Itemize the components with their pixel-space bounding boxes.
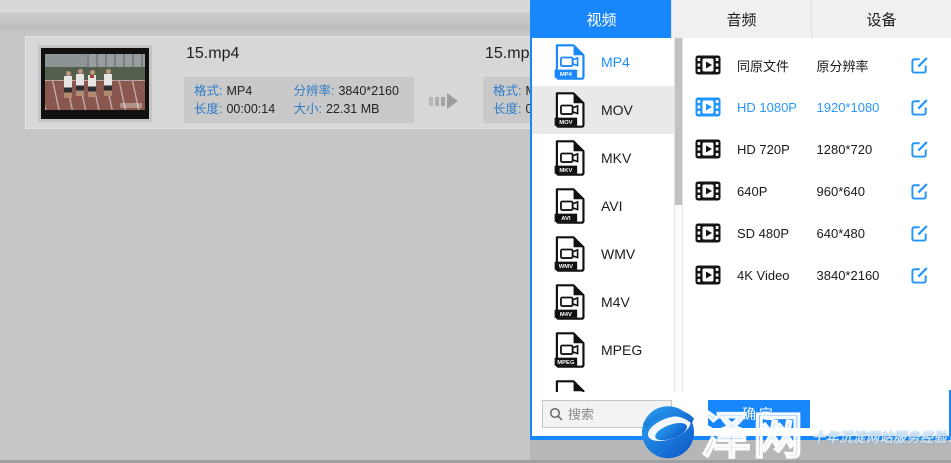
quality-name: 同原文件 <box>737 56 817 75</box>
format-label: MKV <box>601 150 631 166</box>
video-file-icon: WMV <box>554 236 585 272</box>
thumbnail-person <box>103 69 113 96</box>
source-file-info: 格式:MP4 分辨率:3840*2160 长度:00:00:14 大小: 22.3… <box>184 77 414 123</box>
format-picker-popup: 视频 音频 设备 MP4 MP4 <box>530 0 951 440</box>
format-label: MPEG <box>601 342 642 358</box>
quality-list-item[interactable]: HD 720P 1280*720 <box>683 128 951 170</box>
duration-label: 长度: <box>194 100 222 118</box>
format-label: MOV <box>601 102 633 118</box>
tab-label: 视频 <box>586 9 616 30</box>
video-file-icon: MPEG <box>554 332 585 368</box>
svg-text:M4V: M4V <box>560 312 572 318</box>
svg-text:MKV: MKV <box>559 168 572 174</box>
format-list-item[interactable]: WMV WMV <box>532 230 674 278</box>
quality-list-item[interactable]: 640P 960*640 <box>683 170 951 212</box>
thumbnail-person <box>75 69 85 96</box>
svg-text:AVI: AVI <box>561 216 571 222</box>
format-label: 格式: <box>493 82 521 100</box>
thumbnail-scene <box>45 54 145 110</box>
resolution-value: 3840*2160 <box>338 82 398 100</box>
filmstrip-play-icon <box>695 97 721 117</box>
app-window: 15.mp4 格式:MP4 分辨率:3840*2160 长度:00:00:14 … <box>0 0 951 463</box>
quality-resolution: 3840*2160 <box>817 268 910 283</box>
duration-value: 00:00:14 <box>226 100 275 118</box>
video-file-icon: MOV <box>554 92 585 128</box>
thumbnail-person <box>63 71 73 98</box>
resolution-label: 分辨率: <box>293 82 334 100</box>
format-label: MP4 <box>601 54 630 70</box>
filmstrip-play-icon <box>695 55 721 75</box>
quality-name: 4K Video <box>737 268 817 283</box>
red-scarf <box>90 75 94 78</box>
video-file-icon: MKV <box>554 140 585 176</box>
svg-text:MPEG: MPEG <box>557 360 575 366</box>
edit-icon[interactable] <box>910 55 929 75</box>
search-box[interactable] <box>542 400 672 428</box>
quality-name: 640P <box>737 184 817 199</box>
source-file-title: 15.mp4 <box>186 45 239 63</box>
search-icon <box>549 407 563 421</box>
tab[interactable]: 音频 <box>671 0 811 38</box>
video-file-icon: AVI <box>554 188 585 224</box>
quality-name: HD 1080P <box>737 100 817 115</box>
quality-resolution: 1280*720 <box>817 142 910 157</box>
filmstrip-play-icon <box>695 139 721 159</box>
tab-label: 音频 <box>726 9 756 30</box>
format-label: AVI <box>601 198 623 214</box>
filmstrip-play-icon <box>695 223 721 243</box>
quality-name: SD 480P <box>737 226 817 241</box>
filmstrip-play-icon <box>695 265 721 285</box>
edit-icon[interactable] <box>910 97 929 117</box>
edit-icon[interactable] <box>910 223 929 243</box>
format-list-item[interactable]: MPEG MPEG <box>532 326 674 374</box>
size-value: 22.31 MB <box>326 100 380 118</box>
video-thumbnail <box>38 45 152 122</box>
popup-bottom-bar: 确定 <box>532 392 951 436</box>
quality-resolution: 640*480 <box>817 226 910 241</box>
edit-icon[interactable] <box>910 139 929 159</box>
edit-icon[interactable] <box>910 265 929 285</box>
popup-tabs: 视频 音频 设备 <box>532 0 951 38</box>
format-label: M4V <box>601 294 630 310</box>
quality-list: 同原文件 原分辨率 <box>683 38 951 392</box>
video-file-icon <box>554 380 585 392</box>
edit-icon[interactable] <box>910 181 929 201</box>
format-list-item[interactable] <box>532 374 674 392</box>
thumbnail-person <box>87 70 97 97</box>
tab[interactable]: 视频 <box>532 0 671 38</box>
format-list-scrollbar[interactable] <box>674 38 683 392</box>
tab[interactable]: 设备 <box>811 0 951 38</box>
format-list-item[interactable]: MP4 MP4 <box>532 38 674 86</box>
quality-list-item[interactable]: SD 480P 640*480 <box>683 212 951 254</box>
svg-text:WMV: WMV <box>559 264 573 270</box>
svg-text:MOV: MOV <box>559 120 572 126</box>
search-input[interactable] <box>568 407 658 422</box>
quality-name: HD 720P <box>737 142 817 157</box>
quality-resolution: 原分辨率 <box>817 56 910 75</box>
quality-list-item[interactable]: 同原文件 原分辨率 <box>683 44 951 86</box>
video-file-icon: MP4 <box>554 44 585 80</box>
filmstrip-play-icon <box>695 181 721 201</box>
quality-resolution: 1920*1080 <box>817 100 910 115</box>
format-label: 格式: <box>194 82 222 100</box>
format-list-item[interactable]: AVI AVI <box>532 182 674 230</box>
duration-label: 长度: <box>493 100 521 118</box>
format-list-item[interactable]: MKV MKV <box>532 134 674 182</box>
size-label: 大小: <box>293 100 321 118</box>
convert-arrow-icon <box>429 93 458 109</box>
format-list: MP4 MP4 MOV MOV <box>532 38 674 392</box>
video-file-icon: M4V <box>554 284 585 320</box>
quality-resolution: 960*640 <box>817 184 910 199</box>
thumbnail-watermark <box>120 103 142 108</box>
format-list-item[interactable]: MOV MOV <box>532 86 674 134</box>
quality-list-item[interactable]: 4K Video 3840*2160 <box>683 254 951 296</box>
format-list-item[interactable]: M4V M4V <box>532 278 674 326</box>
confirm-button[interactable]: 确定 <box>708 400 810 428</box>
scrollbar-thumb[interactable] <box>675 38 682 205</box>
format-label: WMV <box>601 246 635 262</box>
quality-list-item[interactable]: HD 1080P 1920*1080 <box>683 86 951 128</box>
svg-text:MP4: MP4 <box>560 72 573 78</box>
format-value: MP4 <box>226 82 252 100</box>
tab-label: 设备 <box>866 9 896 30</box>
